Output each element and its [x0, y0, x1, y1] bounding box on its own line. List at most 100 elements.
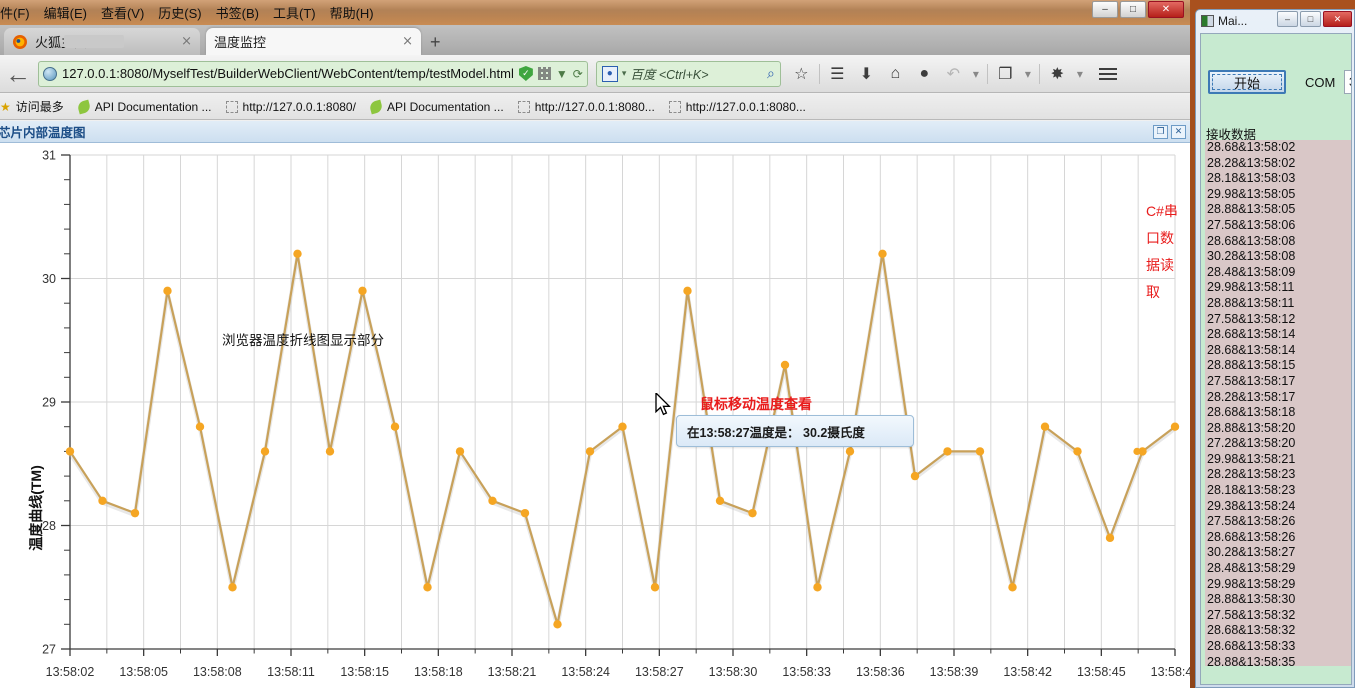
menu-bar[interactable]: 件(F) 编辑(E) 查看(V) 历史(S) 书签(B) 工具(T) 帮助(H): [0, 2, 374, 23]
panel-window-buttons[interactable]: ❐ ✕: [1153, 124, 1186, 139]
bookmark-localhost-3[interactable]: http://127.0.0.1:8080...: [668, 100, 806, 114]
address-bar[interactable]: 127.0.0.1:8080/MyselfTest/BuilderWebClie…: [38, 60, 588, 87]
close-button[interactable]: ✕: [1148, 1, 1184, 18]
data-point[interactable]: [260, 447, 270, 456]
chevron-down-icon[interactable]: ▼: [556, 67, 568, 81]
data-point[interactable]: [293, 249, 302, 258]
undo-icon[interactable]: ↶: [940, 64, 967, 84]
close-button[interactable]: ✕: [1323, 11, 1352, 27]
search-icon[interactable]: ⌕: [767, 65, 775, 82]
data-point[interactable]: [683, 286, 692, 296]
data-point[interactable]: [195, 422, 205, 431]
search-input[interactable]: ● ▾ 百度 <Ctrl+K> ⌕: [595, 60, 781, 87]
menu-help[interactable]: 帮助(H): [330, 3, 374, 22]
downloads-icon[interactable]: ⬇: [853, 64, 880, 84]
tab-close-icon[interactable]: ×: [181, 34, 192, 49]
data-point[interactable]: [1040, 422, 1050, 431]
menu-history[interactable]: 历史(S): [158, 3, 201, 22]
bookmark-localhost-1[interactable]: http://127.0.0.1:8080/: [225, 100, 356, 114]
baidu-icon[interactable]: ●: [601, 65, 618, 82]
received-data-list[interactable]: 28.68&13:58:02 28.28&13:58:02 28.18&13:58:…: [1205, 140, 1351, 668]
data-point[interactable]: [780, 360, 790, 370]
minimize-button[interactable]: –: [1092, 1, 1118, 18]
data-point[interactable]: [748, 508, 757, 518]
chat-icon[interactable]: ●: [911, 65, 938, 83]
data-point[interactable]: [553, 620, 562, 629]
menu-file[interactable]: 件(F): [0, 3, 30, 22]
data-point[interactable]: [1073, 447, 1082, 456]
addon-icon[interactable]: ✸: [1044, 64, 1071, 84]
data-point[interactable]: [423, 583, 432, 592]
menu-tools[interactable]: 工具(T): [273, 3, 316, 22]
data-point[interactable]: [98, 496, 107, 505]
side-note-line-1: C#串: [1146, 203, 1178, 219]
new-tab-button[interactable]: +: [430, 33, 441, 51]
addon-dropdown-icon[interactable]: ▾: [1073, 67, 1087, 81]
screenshot-dropdown-icon[interactable]: ▾: [1021, 67, 1035, 81]
data-point[interactable]: [878, 249, 887, 258]
data-point[interactable]: [163, 286, 172, 296]
data-point[interactable]: [358, 286, 367, 296]
maximize-button[interactable]: □: [1300, 11, 1321, 27]
serial-app-window-controls[interactable]: – □ ✕: [1277, 11, 1352, 27]
data-point[interactable]: [618, 422, 627, 431]
close-icon[interactable]: ✕: [1171, 124, 1186, 139]
menu-hamburger-icon[interactable]: [1093, 67, 1123, 80]
data-point[interactable]: [520, 508, 530, 518]
bookmark-localhost-2[interactable]: http://127.0.0.1:8080...: [517, 100, 655, 114]
bookmark-star-icon[interactable]: ☆: [788, 64, 815, 84]
data-row: 28.68&13:58:08: [1207, 233, 1296, 248]
tab-temperature-monitor[interactable]: 温度监控 ×: [206, 28, 421, 55]
data-point[interactable]: [455, 447, 465, 456]
bookmark-most-visited[interactable]: ★ 访问最多: [0, 98, 64, 115]
bookmark-api-doc-2[interactable]: API Documentation ...: [368, 99, 504, 114]
browser-window-controls[interactable]: – □ ✕: [1092, 1, 1184, 18]
chart-area[interactable]: 27 28 29 30 31 13:58:02 13:58:05 13:58:08 13:58:…: [0, 143, 1190, 688]
data-point[interactable]: [488, 496, 497, 505]
data-point[interactable]: [130, 508, 140, 518]
data-point[interactable]: [813, 583, 822, 592]
undo-dropdown-icon[interactable]: ▾: [969, 67, 983, 81]
data-point[interactable]: [1133, 447, 1141, 455]
data-point[interactable]: [390, 422, 400, 431]
screenshot-icon[interactable]: ❐: [992, 64, 1019, 84]
data-point[interactable]: [975, 447, 985, 456]
restore-icon[interactable]: ❐: [1153, 124, 1168, 139]
data-point[interactable]: [325, 447, 335, 456]
data-row: 28.68&13:58:02: [1207, 140, 1296, 154]
toolbar-icons: ☆ ☰ ⬇ ⌂ ● ↶ ▾ ❐ ▾ ✸ ▾: [788, 63, 1123, 84]
reload-icon[interactable]: ⟳: [573, 67, 583, 81]
tab-firefox-home[interactable]: 火狐主页 ×: [4, 28, 200, 55]
back-button[interactable]: ←: [0, 61, 36, 87]
data-point[interactable]: [1105, 533, 1115, 543]
grid-icon[interactable]: [537, 67, 551, 80]
data-point[interactable]: [585, 447, 595, 456]
minimize-button[interactable]: –: [1277, 11, 1298, 27]
data-point[interactable]: [65, 447, 75, 456]
shield-icon[interactable]: ✓: [518, 66, 533, 81]
menu-bookmarks[interactable]: 书签(B): [216, 3, 259, 22]
data-point[interactable]: [1170, 422, 1180, 431]
bookmark-api-doc-1[interactable]: API Documentation ...: [76, 99, 212, 114]
data-point[interactable]: [845, 447, 855, 456]
data-point[interactable]: [650, 583, 660, 592]
data-row: 27.28&13:58:20: [1207, 436, 1296, 451]
menu-view[interactable]: 查看(V): [101, 3, 144, 22]
data-row: 27.58&13:58:17: [1207, 373, 1296, 388]
temperature-line-chart[interactable]: 272829303113:58:02 13:58:05 13:58:08 13:58:…: [0, 143, 1190, 688]
start-button[interactable]: 开始: [1208, 70, 1286, 94]
data-point[interactable]: [228, 583, 237, 592]
menu-edit[interactable]: 编辑(E): [44, 3, 87, 22]
data-point[interactable]: [943, 447, 952, 456]
data-row: 29.98&13:58:05: [1207, 186, 1296, 201]
data-point[interactable]: [1008, 583, 1017, 592]
tab-close-icon[interactable]: ×: [402, 34, 413, 49]
reader-list-icon[interactable]: ☰: [824, 64, 851, 84]
home-icon[interactable]: ⌂: [882, 65, 909, 83]
maximize-button[interactable]: □: [1120, 1, 1146, 18]
data-point[interactable]: [715, 496, 725, 505]
data-point[interactable]: [910, 471, 920, 481]
search-engine-chevron-icon[interactable]: ▾: [622, 68, 627, 79]
svg-text:27: 27: [42, 643, 56, 657]
com-port-input[interactable]: 3: [1344, 70, 1351, 94]
